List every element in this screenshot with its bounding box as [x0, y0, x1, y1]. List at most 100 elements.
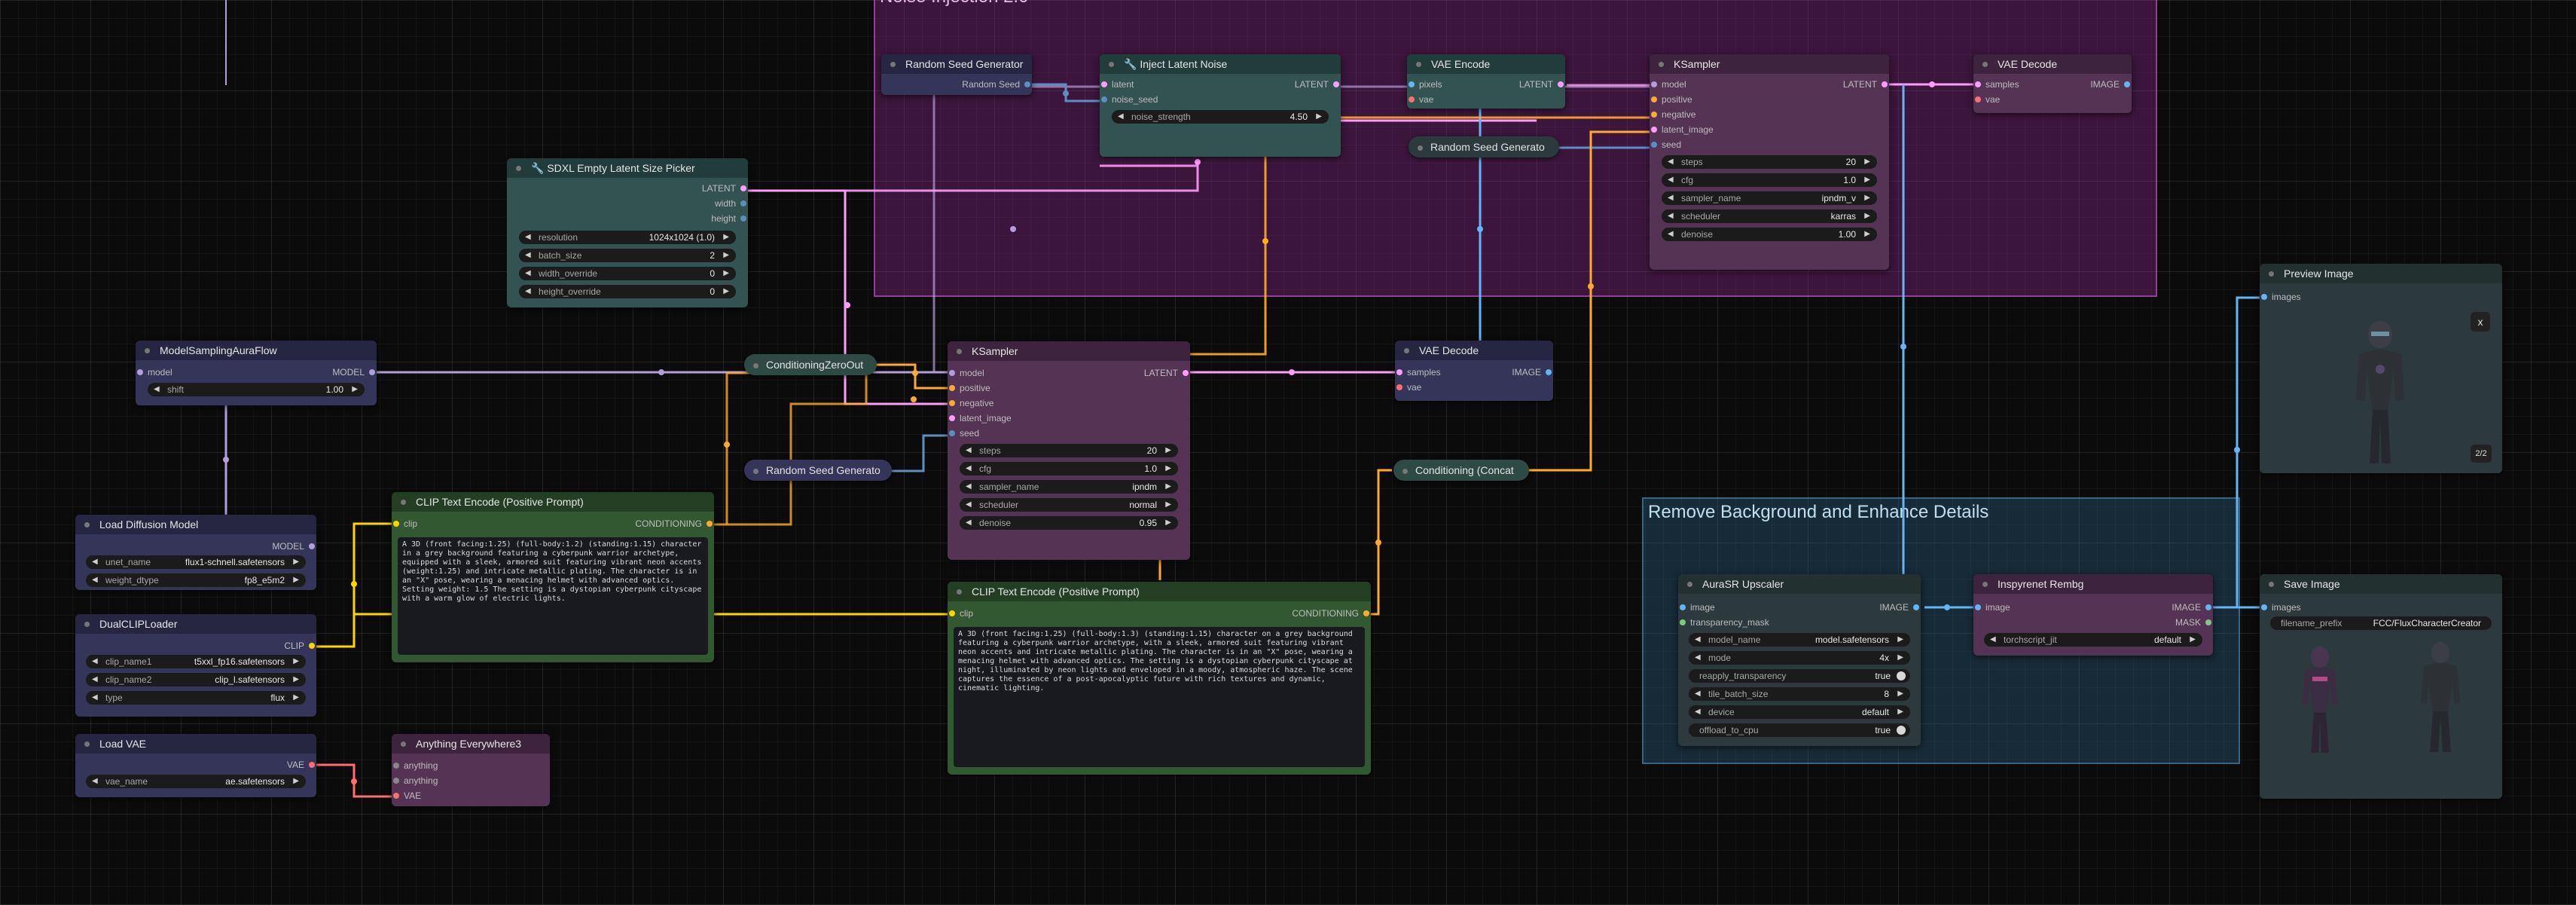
decrement-arrow-icon[interactable]: ◀ [1668, 191, 1674, 205]
pin-icon[interactable] [393, 778, 399, 784]
pin-icon[interactable] [1101, 96, 1107, 102]
widget-unet-name[interactable]: ◀ unet_name flux1-schnell.safetensors ▶ [86, 555, 306, 569]
input-latent[interactable]: latent [1100, 78, 1134, 90]
clip-text-encode-positive-node[interactable]: CLIP Text Encode (Positive Prompt) clip … [392, 492, 714, 662]
toggle-knob-icon[interactable] [1897, 671, 1906, 680]
input-samples[interactable]: samples [1973, 78, 2019, 90]
random-seed-generator-collapsed[interactable]: Random Seed Generato [1409, 136, 1559, 157]
input-vae[interactable]: VAE [392, 790, 421, 802]
decrement-arrow-icon[interactable]: ◀ [525, 267, 531, 280]
collapse-dot-icon[interactable] [1982, 62, 1988, 67]
decrement-arrow-icon[interactable]: ◀ [1668, 155, 1674, 169]
increment-arrow-icon[interactable]: ▶ [1165, 516, 1171, 530]
sdxl-latent-size-picker-node[interactable]: 🔧 SDXL Empty Latent Size Picker LATENT w… [507, 158, 748, 307]
node-header[interactable]: KSampler [1650, 54, 1889, 74]
increment-arrow-icon[interactable]: ▶ [1897, 651, 1903, 665]
pin-icon[interactable] [393, 521, 399, 527]
node-header[interactable]: KSampler [948, 341, 1190, 361]
close-preview-button[interactable]: x [2471, 312, 2490, 332]
widget-batch-size[interactable]: ◀ batch_size 2 ▶ [519, 249, 736, 262]
input-image[interactable]: image [1678, 601, 1715, 613]
widget-clip-name2[interactable]: ◀ clip_name2 clip_l.safetensors ▶ [86, 673, 306, 686]
collapse-dot-icon[interactable] [957, 349, 962, 354]
widget-type[interactable]: ◀ type flux ▶ [86, 691, 306, 705]
decrement-arrow-icon[interactable]: ◀ [966, 444, 972, 457]
pin-icon[interactable] [707, 521, 713, 527]
increment-arrow-icon[interactable]: ▶ [1316, 110, 1322, 124]
pin-icon[interactable] [740, 216, 746, 222]
increment-arrow-icon[interactable]: ▶ [723, 267, 729, 280]
widget-weight-dtype[interactable]: ◀ weight_dtype fp8_e5m2 ▶ [86, 573, 306, 587]
random-seed-generator-collapsed[interactable]: Random Seed Generato [744, 460, 892, 481]
input-model[interactable]: model [136, 366, 172, 378]
toggle-knob-icon[interactable] [1897, 726, 1906, 735]
pin-icon[interactable] [1333, 81, 1339, 87]
widget-scheduler[interactable]: ◀ scheduler karras ▶ [1662, 209, 1877, 223]
increment-arrow-icon[interactable]: ▶ [1864, 173, 1870, 187]
increment-arrow-icon[interactable]: ▶ [293, 573, 299, 587]
decrement-arrow-icon[interactable]: ◀ [1668, 209, 1674, 223]
node-header[interactable]: Save Image [2260, 574, 2502, 594]
pin-icon[interactable] [949, 400, 955, 406]
input-negative[interactable]: negative [1650, 109, 1695, 121]
widget-clip-name1[interactable]: ◀ clip_name1 t5xxl_fp16.safetensors ▶ [86, 655, 306, 668]
output-model[interactable]: MODEL [272, 540, 316, 552]
collapse-dot-icon[interactable] [1402, 468, 1408, 474]
decrement-arrow-icon[interactable]: ◀ [1990, 633, 1996, 647]
prompt-textarea[interactable]: A 3D (front facing:1.25) (full-body:1.3)… [954, 627, 1365, 767]
input-positive[interactable]: positive [1650, 93, 1692, 105]
output-latent[interactable]: LATENT [1144, 367, 1190, 379]
pin-icon[interactable] [2124, 81, 2130, 87]
increment-arrow-icon[interactable]: ▶ [293, 555, 299, 569]
input-vae[interactable]: vae [1395, 381, 1421, 393]
widget-resolution[interactable]: ◀ resolution 1024x1024 (1.0) ▶ [519, 231, 736, 244]
decrement-arrow-icon[interactable]: ◀ [92, 691, 98, 705]
output-image[interactable]: IMAGE [2090, 78, 2132, 90]
decrement-arrow-icon[interactable]: ◀ [154, 383, 160, 396]
collapse-dot-icon[interactable] [516, 166, 521, 171]
output-height[interactable]: height [711, 212, 748, 225]
toggle-offload-to-cpu[interactable]: offload_to_cpu true [1689, 723, 1910, 737]
decrement-arrow-icon[interactable]: ◀ [92, 775, 98, 788]
preview-image-node[interactable]: Preview Image images x 2/2 [2260, 264, 2502, 473]
output-image[interactable]: IMAGE [2172, 601, 2213, 613]
pin-icon[interactable] [393, 763, 399, 769]
collapse-dot-icon[interactable] [145, 348, 150, 353]
widget-mode[interactable]: ◀ mode 4x ▶ [1689, 651, 1910, 665]
collapse-dot-icon[interactable] [1404, 348, 1409, 353]
input-latent-image[interactable]: latent_image [1650, 124, 1714, 136]
collapse-dot-icon[interactable] [2269, 582, 2274, 587]
decrement-arrow-icon[interactable]: ◀ [966, 516, 972, 530]
pin-icon[interactable] [2205, 619, 2211, 625]
increment-arrow-icon[interactable]: ▶ [1897, 705, 1903, 719]
anything-everywhere3-node[interactable]: Anything Everywhere3 anything anything V… [392, 734, 550, 806]
input-model[interactable]: model [948, 367, 984, 379]
output-latent[interactable]: LATENT [702, 182, 748, 194]
increment-arrow-icon[interactable]: ▶ [723, 249, 729, 262]
input-seed[interactable]: seed [1650, 139, 1681, 151]
node-header[interactable]: Random Seed Generator [881, 54, 1032, 74]
input-positive[interactable]: positive [948, 382, 990, 394]
node-header[interactable]: 🔧 Inject Latent Noise [1100, 54, 1341, 74]
collapse-dot-icon[interactable] [1687, 582, 1692, 587]
widget-torchscript-jit[interactable]: ◀ torchscript_jit default ▶ [1984, 633, 2202, 647]
increment-arrow-icon[interactable]: ▶ [1864, 209, 1870, 223]
increment-arrow-icon[interactable]: ▶ [293, 655, 299, 668]
pin-icon[interactable] [1680, 619, 1686, 625]
decrement-arrow-icon[interactable]: ◀ [1695, 651, 1701, 665]
node-header[interactable]: Load Diffusion Model [75, 515, 316, 534]
pin-icon[interactable] [1975, 96, 1981, 102]
pin-icon[interactable] [1680, 604, 1686, 610]
pin-icon[interactable] [949, 370, 955, 376]
decrement-arrow-icon[interactable]: ◀ [1695, 687, 1701, 701]
input-vae[interactable]: vae [1973, 93, 2000, 105]
collapse-dot-icon[interactable] [1416, 62, 1421, 67]
input-clip[interactable]: clip [392, 518, 417, 530]
output-latent[interactable]: LATENT [1519, 78, 1565, 90]
increment-arrow-icon[interactable]: ▶ [1165, 444, 1171, 457]
collapse-dot-icon[interactable] [1109, 62, 1114, 67]
decrement-arrow-icon[interactable]: ◀ [92, 673, 98, 686]
pin-icon[interactable] [1396, 369, 1402, 375]
output-image[interactable]: IMAGE [1512, 366, 1553, 378]
vae-encode-node[interactable]: VAE Encode pixels vae LATENT [1407, 54, 1565, 109]
